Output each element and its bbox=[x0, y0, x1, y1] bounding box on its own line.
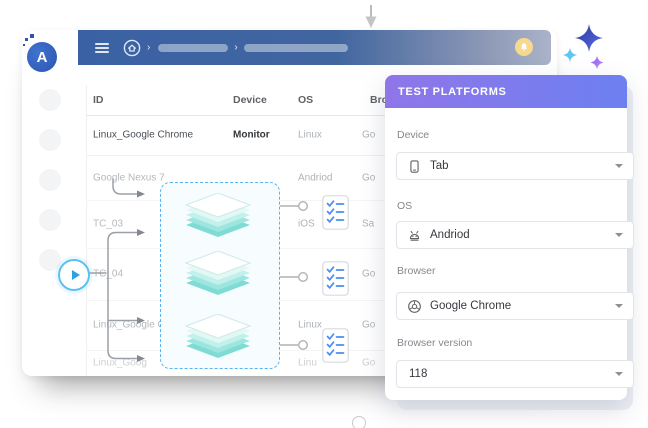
checklist-icon[interactable] bbox=[322, 328, 349, 363]
sidebar-nav-placeholder bbox=[39, 249, 61, 271]
star-blue-icon bbox=[563, 48, 577, 62]
column-header-os: OS bbox=[298, 94, 314, 106]
logo-pixel bbox=[25, 38, 28, 41]
os-value: Andriod bbox=[430, 229, 470, 241]
browser-select[interactable]: Google Chrome bbox=[396, 292, 634, 320]
panel-title: TEST PLATFORMS bbox=[398, 85, 507, 98]
breadcrumb-item-placeholder[interactable] bbox=[243, 43, 348, 52]
sidebar-nav-placeholder bbox=[39, 209, 61, 231]
tablet-icon bbox=[410, 159, 419, 173]
app-logo: A bbox=[27, 42, 57, 72]
chevron-down-icon bbox=[615, 372, 623, 376]
circle-decoration bbox=[352, 416, 366, 428]
chevron-down-icon bbox=[615, 304, 623, 308]
os-select[interactable]: Andriod bbox=[396, 221, 634, 249]
sidebar-nav-placeholder bbox=[39, 89, 61, 111]
browser-version-label: Browser version bbox=[397, 337, 473, 349]
menu-icon[interactable] bbox=[95, 41, 109, 55]
device-select[interactable]: Tab bbox=[396, 152, 634, 180]
layers-stack-icon bbox=[184, 251, 252, 295]
checklist-icon[interactable] bbox=[322, 261, 349, 296]
test-platforms-panel: TEST PLATFORMS Device Tab OS Andriod Bro… bbox=[385, 75, 634, 400]
layers-stack-icon bbox=[184, 193, 252, 237]
chevron-down-icon bbox=[615, 164, 623, 168]
home-icon[interactable] bbox=[123, 39, 141, 57]
browser-label: Browser bbox=[397, 265, 436, 277]
device-value: Tab bbox=[430, 160, 449, 172]
play-icon bbox=[71, 270, 80, 280]
play-button[interactable] bbox=[58, 259, 90, 291]
browser-version-value: 118 bbox=[409, 368, 428, 380]
column-header-device: Device bbox=[233, 94, 267, 106]
breadcrumb-item-placeholder[interactable] bbox=[158, 43, 229, 52]
top-navigation-bar: › › bbox=[78, 30, 551, 65]
notification-bell-icon[interactable] bbox=[515, 38, 533, 56]
breadcrumb-separator: › bbox=[234, 42, 238, 53]
layers-stack-icon bbox=[184, 314, 252, 358]
illustration-stage: › › A ID Device OS Browser bbox=[0, 0, 648, 428]
logo-pixel bbox=[30, 34, 34, 38]
sparkles-decoration bbox=[563, 24, 604, 69]
chevron-down-icon bbox=[615, 233, 623, 237]
sidebar-nav-placeholder bbox=[39, 169, 61, 191]
browser-value: Google Chrome bbox=[430, 300, 512, 312]
device-label: Device bbox=[397, 129, 430, 141]
android-icon bbox=[409, 230, 420, 241]
os-label: OS bbox=[397, 200, 413, 212]
star-big-icon bbox=[575, 24, 603, 52]
breadcrumb-separator: › bbox=[147, 42, 151, 53]
sidebar-nav-placeholder bbox=[39, 129, 61, 151]
browser-version-select[interactable]: 118 bbox=[396, 360, 634, 388]
logo-pixel bbox=[23, 44, 25, 46]
chrome-icon bbox=[408, 299, 421, 313]
panel-header: TEST PLATFORMS bbox=[385, 75, 627, 108]
checklist-icon[interactable] bbox=[322, 195, 349, 230]
star-purple-icon bbox=[590, 56, 604, 69]
column-header-id: ID bbox=[93, 94, 104, 106]
down-arrow-icon bbox=[365, 5, 377, 28]
